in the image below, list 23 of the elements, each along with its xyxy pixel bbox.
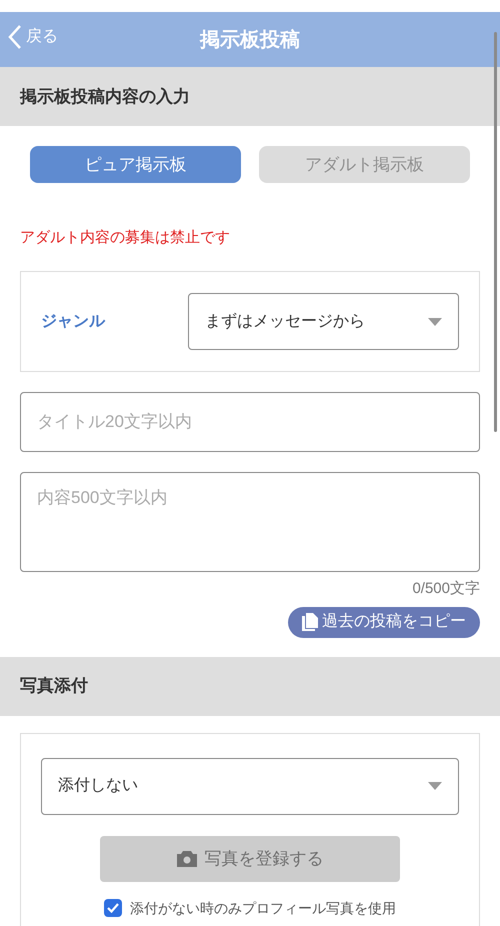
photo-select-value: 添付しない	[58, 776, 138, 796]
copy-past-post-button[interactable]: 過去の投稿をコピー	[288, 606, 480, 638]
board-tab[interactable]: アダルト掲示板	[259, 146, 470, 183]
content-field[interactable]: 内容500文字以内	[20, 472, 480, 572]
section-header: 掲示板投稿内容の入力	[0, 67, 500, 126]
section-header: 写真添付	[0, 656, 500, 716]
copy-icon	[302, 613, 318, 631]
back-button[interactable]: 戻る	[8, 24, 58, 50]
title-field[interactable]: タイトル20文字以内	[20, 392, 480, 452]
chevron-left-icon	[8, 24, 22, 50]
character-counter: 0/500文字	[412, 579, 480, 599]
camera-icon	[176, 850, 196, 866]
page-title: 掲示板投稿	[200, 28, 300, 52]
checkbox-label: 添付がない時のみプロフィール写真を使用	[130, 898, 396, 918]
dropdown-caret-icon	[428, 782, 442, 790]
warning-text: アダルト内容の募集は禁止です	[19, 228, 231, 248]
board-tab[interactable]: ピュア掲示板	[30, 146, 241, 183]
dropdown-caret-icon	[428, 318, 442, 326]
photo-select[interactable]: 添付しない	[41, 758, 459, 814]
genre-label: ジャンル	[41, 312, 106, 332]
genre-value: まずはメッセージから	[205, 312, 365, 332]
genre-select[interactable]: まずはメッセージから	[188, 293, 459, 350]
checkbox[interactable]	[104, 899, 122, 917]
